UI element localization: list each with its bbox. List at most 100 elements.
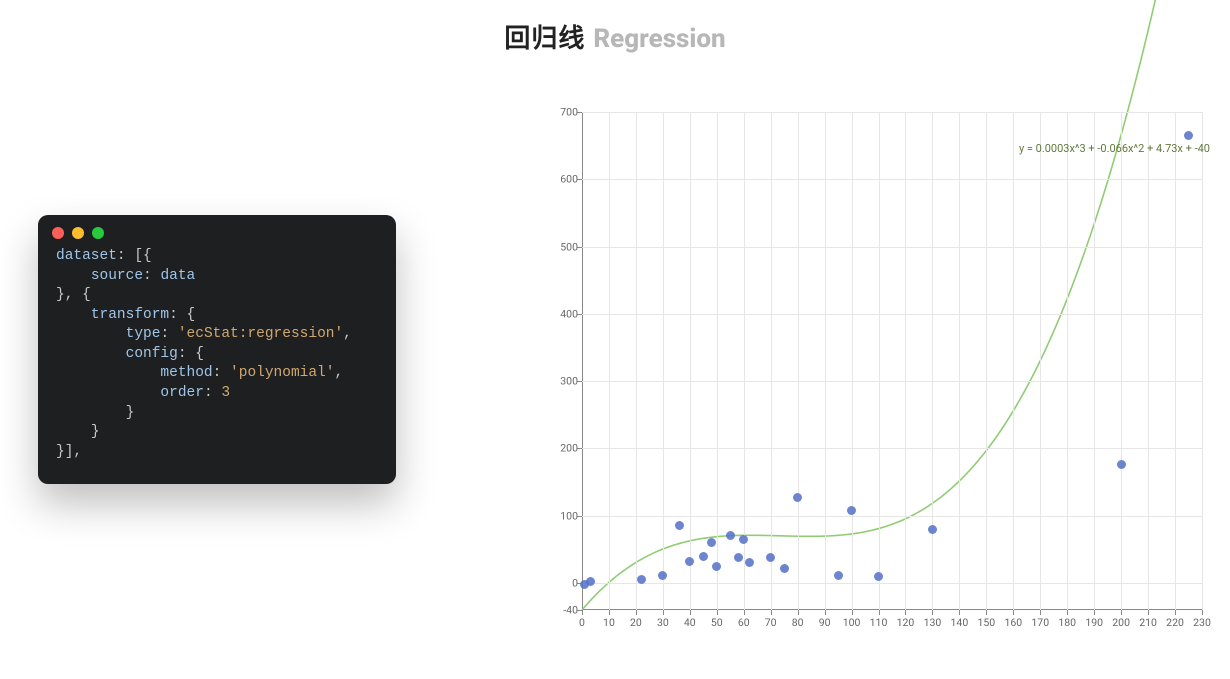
x-tick-label: 70 (765, 616, 777, 629)
y-tick-label: 700 (552, 106, 578, 119)
tick-mark (1067, 610, 1068, 615)
grid-line (1094, 112, 1095, 610)
x-tick-label: 80 (792, 616, 804, 629)
regression-path (582, 0, 1202, 610)
tick-mark (690, 610, 691, 615)
grid-line (932, 112, 933, 610)
tick-mark (1202, 610, 1203, 615)
grid-line (717, 112, 718, 610)
grid-line (663, 112, 664, 610)
grid-line (986, 112, 987, 610)
data-point (739, 535, 748, 544)
x-tick-label: 160 (1004, 616, 1022, 629)
grid-line (1067, 112, 1068, 610)
tick-mark (879, 610, 880, 615)
tick-mark (1175, 610, 1176, 615)
x-tick-label: 60 (738, 616, 750, 629)
tick-mark (1148, 610, 1149, 615)
tick-mark (717, 610, 718, 615)
grid-line (690, 112, 691, 610)
grid-line (636, 112, 637, 610)
tick-mark (986, 610, 987, 615)
grid-line (582, 112, 1202, 113)
data-point (1184, 131, 1193, 140)
grid-line (825, 112, 826, 610)
tick-mark (609, 610, 610, 615)
tick-mark (636, 610, 637, 615)
grid-line (1121, 112, 1122, 610)
grid-line (582, 247, 1202, 248)
y-tick-label: 0 (552, 577, 578, 590)
grid-line (1040, 112, 1041, 610)
data-point (928, 525, 937, 534)
data-point (699, 552, 708, 561)
x-tick-label: 20 (630, 616, 642, 629)
code-block: dataset: [{ source: data }, { transform:… (38, 247, 396, 468)
data-point (712, 562, 721, 571)
x-tick-label: 120 (897, 616, 915, 629)
grid-line (582, 583, 1202, 584)
grid-line (1148, 112, 1149, 610)
grid-line (582, 516, 1202, 517)
grid-line (852, 112, 853, 610)
plot-area (582, 112, 1202, 610)
x-tick-label: 90 (819, 616, 831, 629)
tick-mark (1040, 610, 1041, 615)
code-snippet-card: dataset: [{ source: data }, { transform:… (38, 215, 396, 484)
y-tick-label: 200 (552, 442, 578, 455)
tick-mark (798, 610, 799, 615)
x-tick-label: 150 (977, 616, 995, 629)
x-tick-label: 190 (1085, 616, 1103, 629)
x-tick-label: 100 (843, 616, 861, 629)
y-tick-label: 400 (552, 307, 578, 320)
minimize-icon (72, 227, 84, 239)
x-tick-label: 180 (1058, 616, 1076, 629)
maximize-icon (92, 227, 104, 239)
tick-mark (1013, 610, 1014, 615)
regression-chart: y = 0.0003x^3 + -0.066x^2 + 4.73x + -40 … (552, 106, 1212, 646)
data-point (1117, 460, 1126, 469)
y-tick-label: -40 (552, 604, 578, 617)
tick-mark (825, 610, 826, 615)
x-tick-label: 140 (951, 616, 969, 629)
grid-line (582, 381, 1202, 382)
grid-line (582, 179, 1202, 180)
grid-line (582, 314, 1202, 315)
data-point (734, 553, 743, 562)
data-point (675, 521, 684, 530)
grid-line (1013, 112, 1014, 610)
grid-line (609, 112, 610, 610)
data-point (834, 571, 843, 580)
grid-line (798, 112, 799, 610)
x-tick-label: 50 (711, 616, 723, 629)
grid-line (905, 112, 906, 610)
title-en: Regression (593, 24, 725, 54)
window-traffic-lights (38, 215, 396, 239)
grid-line (1175, 112, 1176, 610)
x-tick-label: 200 (1112, 616, 1130, 629)
tick-mark (959, 610, 960, 615)
tick-mark (582, 610, 583, 615)
grid-line (771, 112, 772, 610)
tick-mark (905, 610, 906, 615)
x-tick-label: 30 (657, 616, 669, 629)
y-tick-label: 500 (552, 240, 578, 253)
data-point (874, 572, 883, 581)
page-title: 回归线 Regression (0, 18, 1230, 55)
x-tick-label: 230 (1193, 616, 1211, 629)
grid-line (879, 112, 880, 610)
grid-line (1202, 112, 1203, 610)
tick-mark (663, 610, 664, 615)
x-tick-label: 110 (870, 616, 888, 629)
close-icon (52, 227, 64, 239)
x-tick-label: 210 (1139, 616, 1157, 629)
x-tick-label: 170 (1031, 616, 1049, 629)
tick-mark (932, 610, 933, 615)
x-tick-label: 40 (684, 616, 696, 629)
title-zh: 回归线 (504, 24, 585, 54)
grid-line (959, 112, 960, 610)
tick-mark (744, 610, 745, 615)
x-tick-label: 220 (1166, 616, 1184, 629)
x-tick-label: 130 (924, 616, 942, 629)
data-point (780, 564, 789, 573)
